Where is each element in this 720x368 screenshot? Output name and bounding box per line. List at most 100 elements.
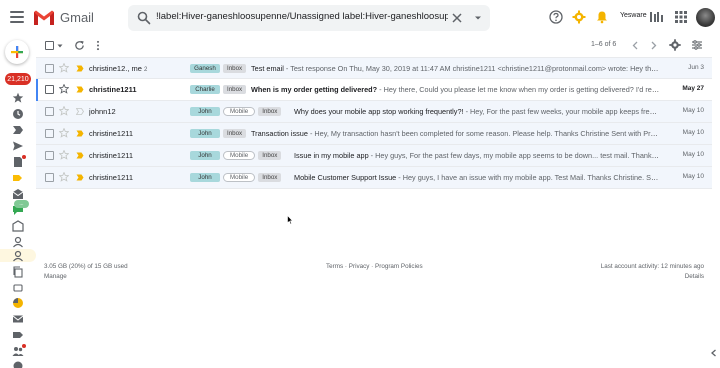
search-icon[interactable] [137,11,151,25]
email-preview: Transaction issue - Hey, My transaction … [251,129,660,138]
inbox-label-chip[interactable]: Inbox [223,85,247,94]
email-row[interactable]: johnn12 John Mobile Inbox Why does your mobi… [36,101,712,123]
inbox-label-chip[interactable]: Inbox [223,129,247,138]
sender-name: christine1211 [89,85,137,94]
starred-icon[interactable] [12,92,24,104]
star-icon[interactable] [59,63,69,73]
compose-button[interactable] [5,40,29,64]
notifications-bell-icon[interactable] [595,10,609,24]
inbox-label-chip[interactable]: Inbox [258,151,282,160]
row-select-checkbox[interactable] [45,107,54,116]
help-icon[interactable] [549,10,563,24]
inbox-label-chip[interactable]: Inbox [223,64,247,73]
email-row[interactable]: christine1211 John Mobile Inbox Mobile Custo… [36,167,712,189]
assignee-label-chip[interactable]: Ganesh [190,64,220,73]
snoozed-clock-icon[interactable] [12,108,24,120]
category-label-icon[interactable] [12,172,24,184]
importance-marker-icon[interactable] [76,108,84,115]
row-select-checkbox[interactable] [45,64,54,73]
list-settings-gear-icon[interactable] [669,39,681,51]
email-date: May 27 [682,85,704,92]
star-icon[interactable] [59,128,69,138]
location-pin-icon[interactable] [12,360,24,368]
important-label-icon[interactable] [12,124,24,136]
email-row[interactable]: christine1211 John Mobile Inbox Issue in my … [36,145,712,167]
importance-marker-icon[interactable] [76,174,84,181]
label-outline-icon[interactable] [12,282,24,294]
importance-marker-icon[interactable] [76,152,84,159]
star-icon[interactable] [59,106,69,116]
star-icon[interactable] [59,84,69,94]
mobile-tag-chip[interactable]: Mobile [223,107,256,116]
gmail-wordmark: Gmail [60,10,94,25]
inbox-label-chip[interactable]: Inbox [258,107,282,116]
program-policies-link[interactable]: Program Policies [375,263,423,270]
sent-icon[interactable] [12,140,24,152]
assignee-label-chip[interactable]: John [190,151,220,160]
row-select-checkbox[interactable] [45,129,54,138]
inbox-label-chip[interactable]: Inbox [258,173,282,182]
gmail-logo[interactable]: Gmail [33,9,94,26]
mobile-tag-chip[interactable]: Mobile [223,173,256,182]
email-snippet: - Hey guys, For the past few days, my mo… [368,151,660,160]
apps-grid-icon[interactable] [674,10,688,24]
email-sender: johnn12 [89,107,189,116]
row-select-checkbox[interactable] [45,85,54,94]
manage-storage-link[interactable]: Manage [44,273,67,280]
importance-marker-icon[interactable] [76,65,84,72]
filter-sliders-icon[interactable] [691,39,703,51]
privacy-link[interactable]: Privacy [349,263,370,270]
email-labels: John Inbox [190,129,247,138]
importance-marker-icon[interactable] [76,130,84,137]
shared-inbox-people-icon[interactable] [12,250,24,262]
mobile-tag-chip[interactable]: Mobile [223,151,256,160]
assignee-label-chip[interactable]: John [190,173,220,182]
activity-details-link[interactable]: Details [685,273,704,280]
email-date: May 10 [682,151,704,158]
main-menu-icon[interactable] [10,11,24,23]
email-preview: When is my order getting delivered? - He… [251,85,660,94]
copy-icon[interactable] [12,266,24,278]
mail-tray-icon[interactable] [12,188,24,200]
email-row[interactable]: christine12., me 2 Ganesh Inbox Test email … [36,57,712,79]
search-input[interactable]: !label:Hiver-ganeshloosupenne/Unassigned… [156,11,448,22]
select-all-checkbox[interactable] [45,41,54,50]
inbox-unread-badge[interactable]: 21,210 [5,73,31,85]
account-avatar[interactable] [696,8,715,27]
settings-gear-icon[interactable] [572,10,586,24]
search-bar[interactable]: !label:Hiver-ganeshloosupenne/Unassigned… [128,5,490,31]
all-mail-icon[interactable] [12,220,24,232]
importance-marker-icon[interactable] [76,86,84,93]
search-options-icon[interactable] [472,12,484,24]
email-row[interactable]: christine1211 John Inbox Transaction issue … [36,123,712,145]
assignee-label-chip[interactable]: John [190,129,220,138]
older-page-chevron-icon[interactable] [650,41,658,50]
email-snippet: - Test response On Thu, May 30, 2019 at … [283,64,660,73]
email-subject: Why does your mobile app stop working fr… [294,107,464,116]
email-row[interactable]: christine1211 Charlie Inbox When is my orde… [36,79,712,101]
row-select-checkbox[interactable] [45,151,54,160]
newer-page-chevron-icon[interactable] [631,41,639,50]
side-panel-toggle-chevron-icon[interactable] [710,349,718,357]
tag-icon[interactable] [12,329,24,341]
row-select-checkbox[interactable] [45,173,54,182]
star-icon[interactable] [59,150,69,160]
refresh-icon[interactable] [74,40,85,51]
email-date: Jun 3 [688,64,704,71]
yesware-label[interactable]: Yesware [620,12,647,19]
terms-link[interactable]: Terms [326,263,343,270]
select-options-caret-icon[interactable] [57,43,63,49]
more-options-icon[interactable] [95,40,101,51]
clear-search-icon[interactable] [450,11,464,25]
assignee-label-chip[interactable]: Charlie [190,85,220,94]
star-icon[interactable] [59,172,69,182]
last-account-activity: Last account activity: 12 minutes ago [600,263,704,270]
assignee-label-chip[interactable]: John [190,107,220,116]
email-snippet: - Hey, My transaction hasn't been comple… [307,129,660,138]
yesware-icon[interactable] [650,12,663,22]
mail-envelope-icon[interactable] [12,313,24,325]
email-labels: Charlie Inbox [190,85,247,94]
email-snippet: - Hey there, Could you please let me kno… [377,85,660,94]
timer-icon[interactable] [12,297,24,309]
contacts-person-icon[interactable] [12,236,24,248]
